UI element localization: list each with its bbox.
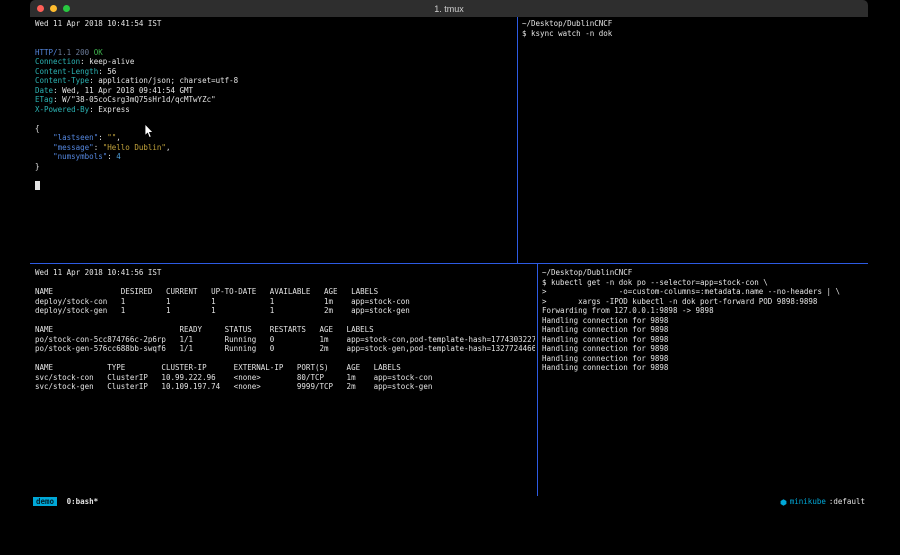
terminal-line: > xargs -IPOD kubectl -n dok port-forwar…	[542, 297, 866, 307]
terminal-line	[35, 316, 535, 326]
terminal-line: ~/Desktop/DublinCNCF	[542, 268, 866, 278]
close-button[interactable]	[37, 5, 44, 12]
terminal-line	[35, 171, 515, 181]
terminal-line: Connection: keep-alive	[35, 57, 515, 67]
terminal-line	[35, 181, 515, 191]
titlebar[interactable]: 1. tmux	[30, 0, 868, 17]
terminal-line	[35, 278, 535, 288]
status-left: demo 0:bash*	[33, 496, 98, 508]
terminal-line	[35, 29, 515, 39]
terminal-line: deploy/stock-con 1 1 1 1 1m app=stock-co…	[35, 297, 535, 307]
terminal-line: Wed 11 Apr 2018 10:41:54 IST	[35, 19, 515, 29]
status-right: minikube:default	[780, 496, 865, 508]
terminal-line: "message": "Hello Dublin",	[35, 143, 515, 153]
kube-context: minikube	[790, 496, 826, 508]
terminal-line: Wed 11 Apr 2018 10:41:56 IST	[35, 268, 535, 278]
terminal-line: Handling connection for 9898	[542, 344, 866, 354]
terminal-line: }	[35, 162, 515, 172]
kube-namespace: :default	[829, 496, 865, 508]
terminal-line	[35, 354, 535, 364]
zoom-button[interactable]	[63, 5, 70, 12]
pane-divider-horizontal[interactable]	[30, 263, 868, 264]
terminal-line: Handling connection for 9898	[542, 316, 866, 326]
terminal-line: po/stock-con-5cc874766c-2p6rp 1/1 Runnin…	[35, 335, 535, 345]
terminal-line: "lastseen": "",	[35, 133, 515, 143]
terminal-line: Date: Wed, 11 Apr 2018 09:41:54 GMT	[35, 86, 515, 96]
pane-kubectl-resources[interactable]: Wed 11 Apr 2018 10:41:56 IST NAME DESIRE…	[35, 268, 535, 496]
terminal-line: NAME READY STATUS RESTARTS AGE LABELS	[35, 325, 535, 335]
terminal-line: Content-Type: application/json; charset=…	[35, 76, 515, 86]
terminal-line: Content-Length: 56	[35, 67, 515, 77]
terminal-line: svc/stock-gen ClusterIP 10.109.197.74 <n…	[35, 382, 535, 392]
desktop: 1. tmux Wed 11 Apr 2018 10:41:54 IST HTT…	[0, 0, 900, 555]
terminal-line: $ ksync watch -n dok	[522, 29, 866, 39]
pane-port-forward[interactable]: ~/Desktop/DublinCNCF$ kubectl get -n dok…	[542, 268, 866, 496]
terminal-line	[35, 114, 515, 124]
terminal-line: NAME DESIRED CURRENT UP-TO-DATE AVAILABL…	[35, 287, 535, 297]
terminal-window: 1. tmux Wed 11 Apr 2018 10:41:54 IST HTT…	[30, 0, 868, 508]
terminal-line: Forwarding from 127.0.0.1:9898 -> 9898	[542, 306, 866, 316]
session-name-badge[interactable]: demo	[33, 497, 57, 506]
hexagon-icon	[780, 499, 787, 506]
terminal-line: po/stock-gen-576cc688bb-swqf6 1/1 Runnin…	[35, 344, 535, 354]
terminal-line	[35, 38, 515, 48]
pane-divider-vertical-top[interactable]	[517, 17, 518, 263]
terminal-line: svc/stock-con ClusterIP 10.99.222.96 <no…	[35, 373, 535, 383]
window-label[interactable]: 0:bash*	[67, 497, 99, 506]
pane-divider-vertical-bottom[interactable]	[537, 264, 538, 496]
tmux-status-bar: demo 0:bash* minikube:default	[30, 496, 868, 508]
terminal-line: "numsymbols": 4	[35, 152, 515, 162]
terminal-line: ~/Desktop/DublinCNCF	[522, 19, 866, 29]
terminal-line: Handling connection for 9898	[542, 363, 866, 373]
terminal-line: Handling connection for 9898	[542, 325, 866, 335]
terminal-line: deploy/stock-gen 1 1 1 1 2m app=stock-ge…	[35, 306, 535, 316]
terminal-line: > -o=custom-columns=:metadata.name --no-…	[542, 287, 866, 297]
terminal-line: $ kubectl get -n dok po --selector=app=s…	[542, 278, 866, 288]
minimize-button[interactable]	[50, 5, 57, 12]
terminal-line: ETag: W/"38-05coCsrg3mQ75sHr1d/qcMTwYZc"	[35, 95, 515, 105]
window-title: 1. tmux	[30, 4, 868, 14]
pane-http-response[interactable]: Wed 11 Apr 2018 10:41:54 IST HTTP/1.1 20…	[35, 19, 515, 263]
mouse-cursor	[144, 124, 154, 139]
terminal-line: {	[35, 124, 515, 134]
pane-ksync[interactable]: ~/Desktop/DublinCNCF$ ksync watch -n dok	[522, 19, 866, 263]
terminal-line: X-Powered-By: Express	[35, 105, 515, 115]
terminal-line: HTTP/1.1 200 OK	[35, 48, 515, 58]
traffic-lights	[37, 0, 70, 17]
terminal-line: NAME TYPE CLUSTER-IP EXTERNAL-IP PORT(S)…	[35, 363, 535, 373]
terminal-line: Handling connection for 9898	[542, 354, 866, 364]
terminal-line: Handling connection for 9898	[542, 335, 866, 345]
